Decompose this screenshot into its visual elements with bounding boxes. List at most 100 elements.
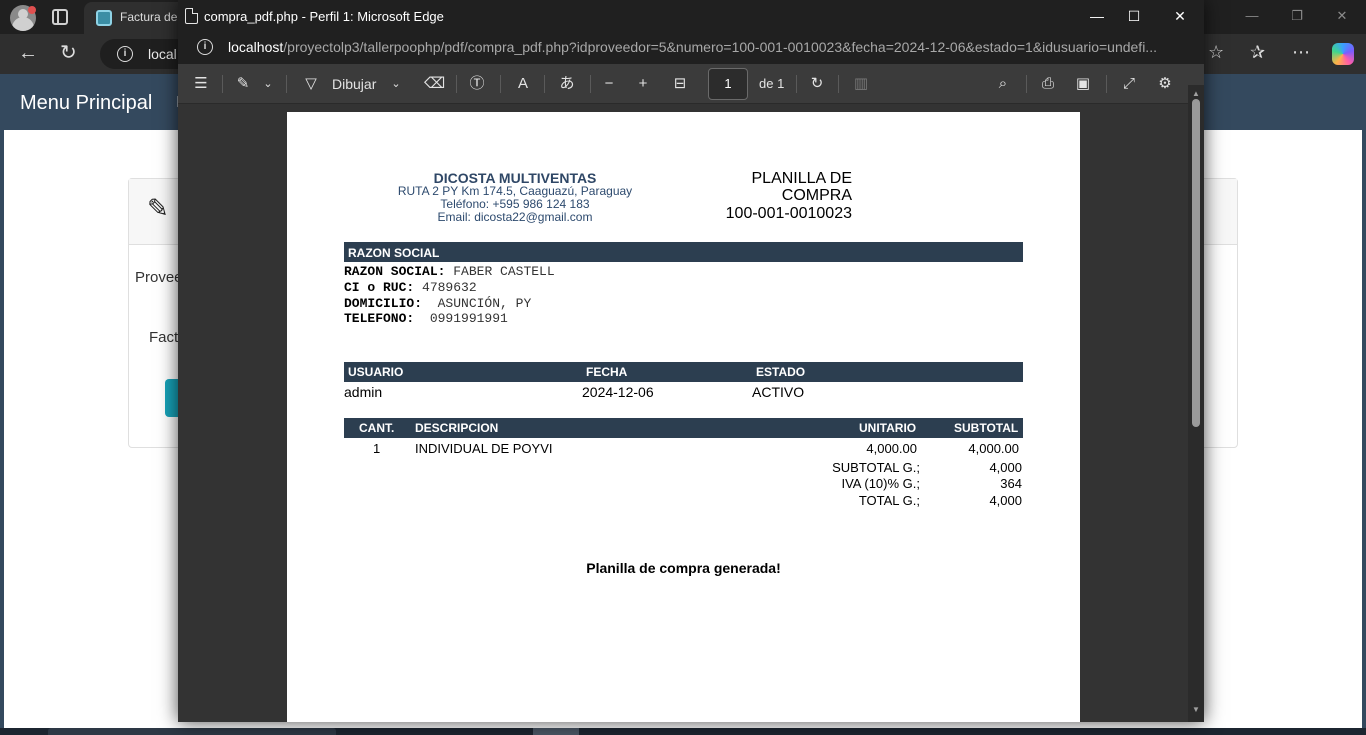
company-address: RUTA 2 PY Km 174.5, Caaguazú, Paraguay (397, 184, 633, 198)
total-value: 4,000 (989, 493, 1022, 508)
more-options-icon[interactable]: ⋯ (1292, 42, 1310, 63)
toolbar-divider (456, 75, 457, 93)
fit-page-icon[interactable]: ⊟ (670, 74, 690, 94)
two-page-icon[interactable]: ▥ (852, 74, 870, 94)
site-info-icon[interactable]: i (117, 46, 133, 62)
tab-title: Factura de (120, 10, 178, 24)
rotate-icon[interactable]: ↻ (808, 74, 826, 94)
telefono-label: TELEFONO: (344, 311, 415, 326)
eraser-icon[interactable]: ⌫ (424, 74, 445, 94)
scroll-up-icon[interactable]: ▲ (1192, 89, 1200, 98)
popup-titlebar: compra_pdf.php - Perfil 1: Microsoft Edg… (178, 0, 1204, 32)
item-unitario: 4,000.00 (866, 441, 917, 456)
toolbar-divider (1026, 75, 1027, 93)
pdf-page: DICOSTA MULTIVENTAS RUTA 2 PY Km 174.5, … (287, 112, 1080, 722)
print-icon[interactable]: ⎙ (1038, 74, 1058, 94)
toolbar-divider (222, 75, 223, 93)
estado-value: ACTIVO (752, 384, 805, 400)
document-title-line2: COMPRA (781, 187, 852, 204)
favorite-star-icon[interactable]: ☆ (1208, 42, 1224, 63)
profile-notification-dot (28, 6, 36, 14)
cant-header: CANT. (359, 421, 395, 435)
draw-label[interactable]: Dibujar (332, 74, 376, 94)
fecha-value: 2024-12-06 (582, 384, 654, 400)
subtotal-value: 4,000 (989, 460, 1022, 475)
estado-header: ESTADO (756, 365, 806, 379)
toolbar-divider (286, 75, 287, 93)
favorites-list-icon[interactable]: ✰ (1250, 42, 1265, 63)
domicilio-value: ASUNCIÓN, PY (437, 296, 532, 311)
url-host: localhost (228, 39, 284, 55)
navbar-brand[interactable]: Menu Principal (20, 92, 152, 115)
razon-social-label: RAZON SOCIAL: (344, 264, 446, 279)
toolbar-divider (544, 75, 545, 93)
minimize-icon[interactable]: — (1244, 8, 1260, 24)
pdf-scrollbar[interactable]: ▲ ▼ (1188, 85, 1204, 722)
taskbar-app[interactable] (533, 728, 579, 735)
item-subtotal: 4,000.00 (968, 441, 1019, 456)
page-number-input[interactable]: 1 (708, 68, 748, 100)
razon-social-header: RAZON SOCIAL (344, 242, 1023, 262)
ruc-value: 4789632 (422, 280, 477, 295)
settings-icon[interactable]: ⚙ (1156, 74, 1174, 94)
reload-icon[interactable]: ↻ (60, 40, 77, 65)
scrollbar-thumb[interactable] (1192, 99, 1200, 427)
zoom-out-icon[interactable]: − (600, 74, 618, 94)
toolbar-divider (500, 75, 501, 93)
item-descripcion: INDIVIDUAL DE POYVI (415, 441, 553, 456)
toolbar-divider (796, 75, 797, 93)
search-icon[interactable]: ⌕ (994, 74, 1012, 94)
url-path: /proyectolp3/tallerpoophp/pdf/compra_pdf… (283, 39, 1157, 55)
toolbar-divider (1106, 75, 1107, 93)
pdf-viewer[interactable]: DICOSTA MULTIVENTAS RUTA 2 PY Km 174.5, … (178, 105, 1188, 722)
taskbar (0, 728, 1366, 735)
fullscreen-icon[interactable]: ⤢ (1120, 74, 1138, 94)
draw-dropdown-icon[interactable]: ⌄ (390, 74, 402, 94)
descripcion-header: DESCRIPCION (415, 421, 499, 435)
info-header: USUARIO FECHA ESTADO (344, 362, 1023, 382)
document-title: PLANILLA DE COMPRA (687, 170, 853, 204)
popup-close-icon[interactable]: ✕ (1168, 6, 1192, 26)
highlight-icon[interactable]: ✎ (234, 74, 252, 94)
tab-actions-icon[interactable] (52, 9, 68, 25)
ruc-row: CI o RUC: 4789632 (344, 280, 477, 295)
translate-icon[interactable]: あ (556, 74, 578, 94)
proveedor-label: Provee (135, 269, 183, 286)
toolbar-divider (838, 75, 839, 93)
footer-message: Planilla de compra generada! (586, 560, 781, 576)
factura-label: Fact (149, 329, 179, 346)
razon-social-header-label: RAZON SOCIAL (348, 246, 440, 260)
highlight-dropdown-icon[interactable]: ⌄ (262, 74, 274, 94)
copilot-icon[interactable] (1332, 43, 1354, 65)
restore-icon[interactable]: ❐ (1289, 8, 1305, 24)
popup-url[interactable]: localhost/proyectolp3/tallerpoophp/pdf/c… (228, 39, 1188, 55)
list-icon[interactable]: ☰ (192, 74, 210, 94)
scroll-down-icon[interactable]: ▼ (1192, 705, 1200, 714)
pdf-popup-window: compra_pdf.php - Perfil 1: Microsoft Edg… (178, 0, 1204, 722)
usuario-value: admin (344, 384, 383, 400)
iva-label: IVA (10)% G.; (841, 476, 920, 491)
popup-maximize-icon[interactable]: ☐ (1122, 6, 1146, 26)
usuario-header: USUARIO (348, 365, 404, 379)
save-icon[interactable]: ▣ (1074, 74, 1092, 94)
popup-url-bar[interactable]: i localhost/proyectolp3/tallerpoophp/pdf… (178, 32, 1204, 64)
domicilio-label: DOMICILIO: (344, 296, 423, 311)
popup-site-info-icon[interactable]: i (197, 39, 213, 55)
subtotal-label: SUBTOTAL G.; (832, 460, 920, 475)
zoom-in-icon[interactable]: + (634, 74, 652, 94)
total-label: TOTAL G.; (858, 493, 920, 508)
edit-icon: ✎ (147, 193, 169, 223)
pdf-toolbar: ☰ ✎ ⌄ ▽ Dibujar ⌄ ⌫ Ⓣ A あ − + ⊟ 1 de 1 ↻… (178, 64, 1204, 104)
taskbar-search[interactable] (48, 728, 336, 735)
url-text: local (148, 46, 177, 62)
close-icon[interactable]: ✕ (1334, 8, 1350, 24)
text-box-icon[interactable]: Ⓣ (468, 74, 486, 94)
draw-icon[interactable]: ▽ (302, 74, 320, 94)
iva-value: 364 (1000, 476, 1022, 491)
telefono-row: TELEFONO: 0991991991 (344, 311, 508, 326)
document-icon (185, 8, 198, 24)
back-arrow-icon[interactable]: ← (18, 42, 38, 65)
popup-minimize-icon[interactable]: — (1085, 6, 1109, 26)
read-aloud-icon[interactable]: A (514, 74, 532, 94)
domicilio-row: DOMICILIO: ASUNCIÓN, PY (344, 296, 531, 311)
